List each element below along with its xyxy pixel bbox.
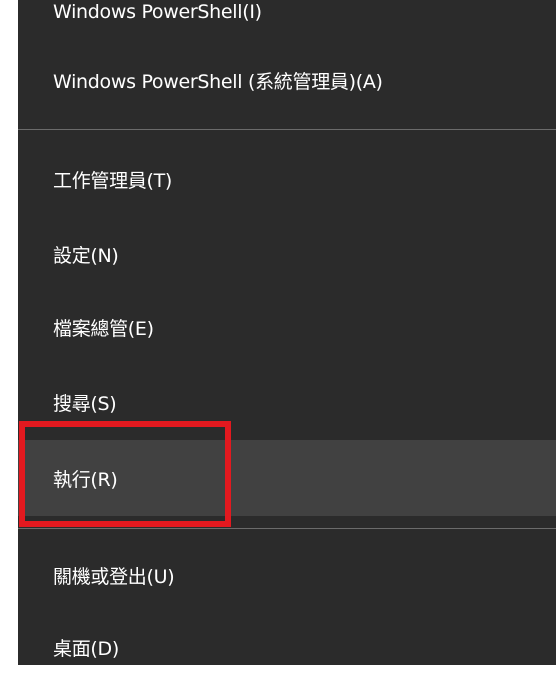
menu-item-label: 工作管理員(T) [53, 169, 173, 192]
menu-item-task-manager[interactable]: 工作管理員(T) [18, 149, 556, 209]
menu-item-windows-powershell-admin[interactable]: Windows PowerShell (系統管理員)(A) [18, 50, 556, 110]
context-menu: Windows PowerShell(I) Windows PowerShell… [18, 0, 556, 665]
menu-item-windows-powershell[interactable]: Windows PowerShell(I) [18, 0, 556, 42]
menu-item-run[interactable]: 執行(R) [18, 440, 556, 516]
menu-item-label: 檔案總管(E) [53, 317, 154, 340]
menu-item-label: 設定(N) [53, 244, 119, 267]
menu-item-label: 關機或登出(U) [53, 565, 175, 588]
menu-divider [18, 528, 556, 529]
menu-item-label: Windows PowerShell (系統管理員)(A) [53, 70, 383, 93]
menu-item-label: 搜尋(S) [53, 392, 117, 415]
menu-item-desktop[interactable]: 桌面(D) [18, 617, 556, 665]
menu-item-label: 桌面(D) [53, 637, 119, 660]
menu-item-label: 執行(R) [53, 468, 118, 491]
menu-item-file-explorer[interactable]: 檔案總管(E) [18, 297, 556, 357]
menu-item-label: Windows PowerShell(I) [53, 1, 262, 23]
menu-item-search[interactable]: 搜尋(S) [18, 372, 556, 432]
menu-item-settings[interactable]: 設定(N) [18, 224, 556, 284]
menu-item-shut-down-or-sign-out[interactable]: 關機或登出(U) [18, 545, 556, 605]
menu-divider [18, 129, 556, 130]
